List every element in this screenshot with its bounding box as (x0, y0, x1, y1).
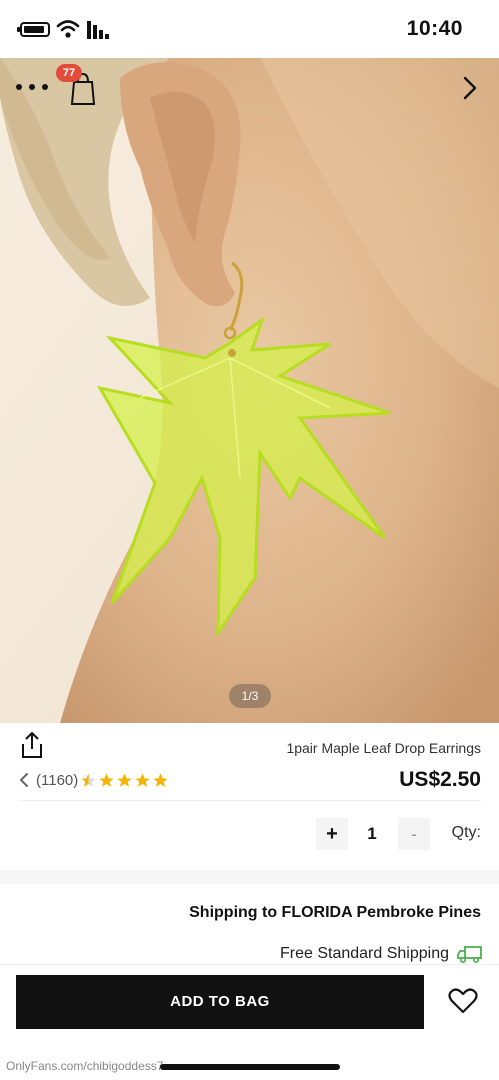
product-gallery[interactable]: 77 1/3 (0, 58, 499, 723)
add-to-bag-button[interactable]: ADD TO BAG (16, 975, 424, 1029)
quantity-increase-button[interactable]: + (316, 818, 348, 850)
share-icon[interactable] (18, 730, 46, 760)
shipping-title: Shipping to FLORIDA Pembroke Pines (189, 904, 481, 921)
battery-icon (17, 22, 50, 37)
rating-count[interactable]: (1160) (36, 772, 78, 789)
product-price: US$2.50 (399, 768, 481, 791)
cart-count-badge: 77 (56, 64, 82, 82)
product-image (0, 58, 499, 723)
status-bar: 10:40 (0, 0, 499, 58)
heart-icon[interactable] (448, 987, 478, 1015)
shipping-method[interactable]: Free Standard Shipping (280, 942, 483, 966)
more-options-button[interactable] (14, 74, 50, 100)
signal-icon (87, 21, 109, 39)
home-indicator[interactable] (160, 1064, 340, 1070)
chevron-left-icon[interactable] (18, 772, 30, 788)
more-icon (42, 84, 48, 90)
star-icon (117, 772, 132, 787)
shipping-method-label: Free Standard Shipping (280, 945, 449, 962)
star-icon (99, 772, 114, 787)
clock: 10:40 (406, 17, 463, 40)
section-divider (0, 870, 499, 884)
image-counter: 1/3 (229, 684, 271, 708)
chevron-right-icon[interactable] (457, 72, 481, 104)
quantity-value: 1 (367, 824, 377, 843)
quantity-label: Qty: (451, 824, 481, 841)
star-icon (135, 772, 150, 787)
wifi-icon (56, 20, 80, 38)
star-icon (81, 772, 96, 787)
truck-icon (457, 946, 482, 964)
product-title: 1pair Maple Leaf Drop Earrings (286, 740, 481, 756)
more-icon (29, 84, 35, 90)
rating-row[interactable]: (1160) (18, 768, 170, 792)
star-icon (153, 772, 168, 787)
more-icon (16, 84, 22, 90)
quantity-decrease-button[interactable]: - (398, 818, 430, 850)
divider (18, 800, 481, 801)
bottom-action-bar: ADD TO BAG OnlyFans.com/chibigoddess7 (0, 964, 499, 1080)
